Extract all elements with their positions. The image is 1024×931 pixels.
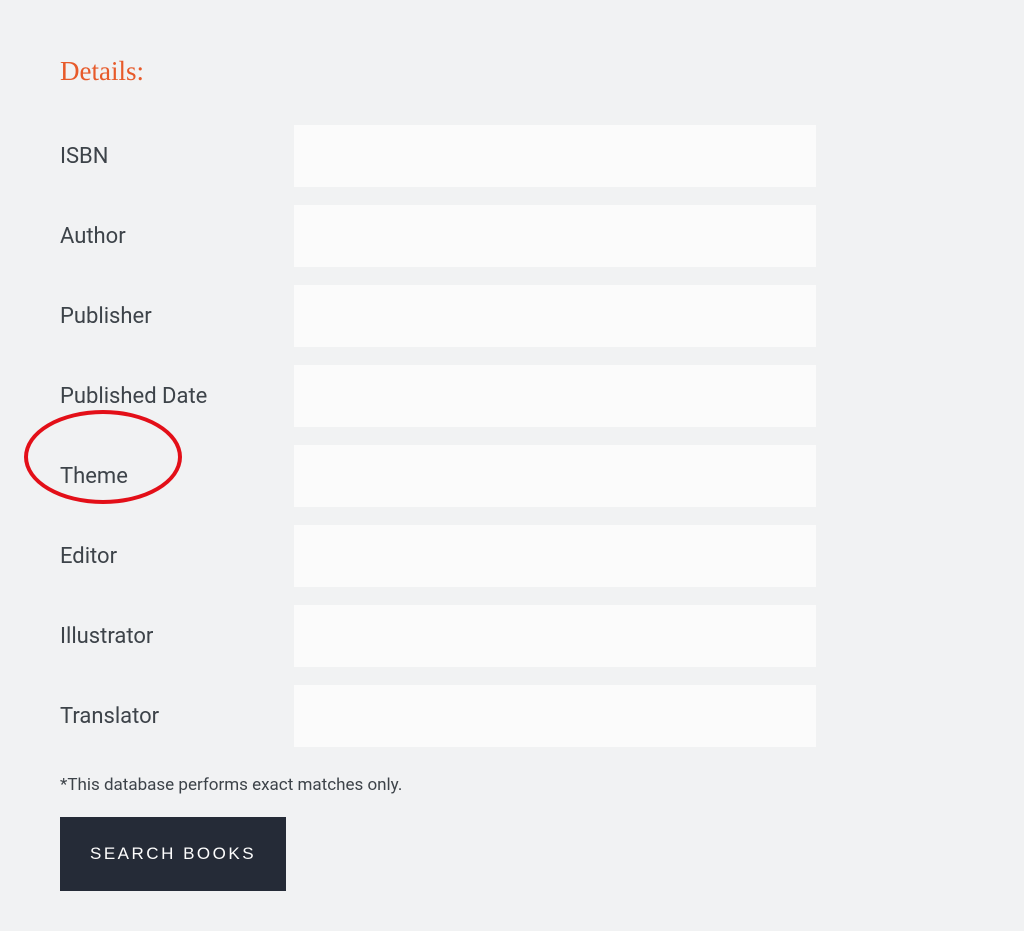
label-author: Author bbox=[60, 224, 294, 249]
label-isbn: ISBN bbox=[60, 144, 294, 169]
input-author[interactable] bbox=[294, 205, 816, 267]
label-published-date: Published Date bbox=[60, 384, 294, 409]
form-rows: ISBN Author Publisher Published Date The… bbox=[60, 125, 964, 747]
search-books-button[interactable]: SEARCH BOOKS bbox=[60, 817, 286, 891]
details-form-container: Details: ISBN Author Publisher Published… bbox=[0, 0, 1024, 931]
field-row-editor: Editor bbox=[60, 525, 964, 587]
label-editor: Editor bbox=[60, 544, 294, 569]
input-publisher[interactable] bbox=[294, 285, 816, 347]
field-row-isbn: ISBN bbox=[60, 125, 964, 187]
field-row-illustrator: Illustrator bbox=[60, 605, 964, 667]
input-isbn[interactable] bbox=[294, 125, 816, 187]
input-editor[interactable] bbox=[294, 525, 816, 587]
field-row-published-date: Published Date bbox=[60, 365, 964, 427]
input-illustrator[interactable] bbox=[294, 605, 816, 667]
input-published-date[interactable] bbox=[294, 365, 816, 427]
label-illustrator: Illustrator bbox=[60, 624, 294, 649]
field-row-translator: Translator bbox=[60, 685, 964, 747]
field-row-theme: Theme bbox=[60, 445, 964, 507]
label-translator: Translator bbox=[60, 704, 294, 729]
label-theme: Theme bbox=[60, 464, 294, 489]
section-title-details: Details: bbox=[60, 56, 964, 87]
disclaimer-text: *This database performs exact matches on… bbox=[60, 775, 964, 795]
input-theme[interactable] bbox=[294, 445, 816, 507]
field-row-author: Author bbox=[60, 205, 964, 267]
field-row-publisher: Publisher bbox=[60, 285, 964, 347]
input-translator[interactable] bbox=[294, 685, 816, 747]
label-publisher: Publisher bbox=[60, 304, 294, 329]
